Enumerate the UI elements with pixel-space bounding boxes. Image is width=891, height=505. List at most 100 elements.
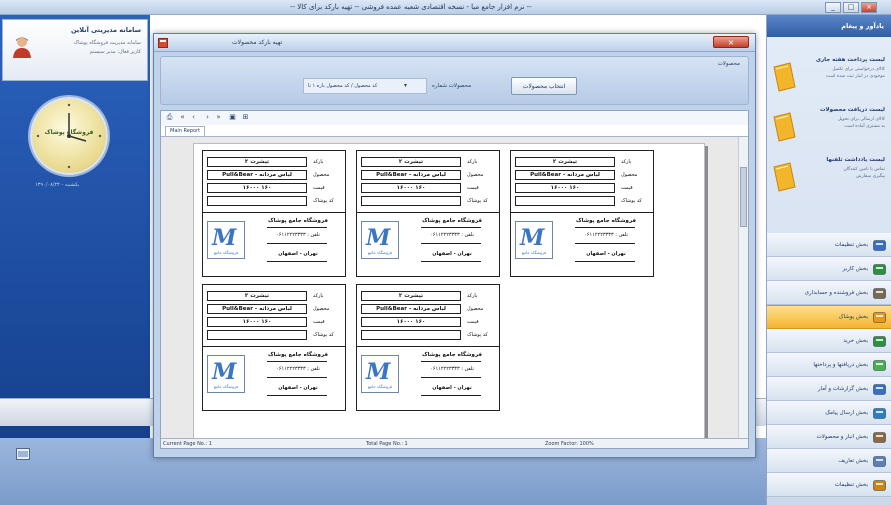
shop-phone: ۰۶۱۱۲۲۲۳۳۳۳ : تلفن [276, 232, 320, 238]
sticky-note-icon [773, 162, 796, 192]
label-field-value: تیشرت ۲ [361, 291, 461, 301]
store-logo: M فروشگاه جامع [515, 221, 553, 259]
last-page-icon[interactable]: » [214, 113, 223, 122]
label-field-row: Pull&Bear - لباس مردانه محصول [361, 170, 497, 181]
label-field-name: بارکد [467, 159, 478, 165]
reminder-note[interactable]: لیست یادداشت تلفنها تماس با تامین کنندگا… [770, 153, 887, 213]
label-field-name: بارکد [313, 159, 324, 165]
filter-section-label: محصولات [717, 61, 740, 67]
menu-item[interactable]: بخش انبار و محصولات [767, 425, 891, 449]
next-page-icon[interactable]: › [203, 113, 212, 122]
menu-item[interactable]: بخش فروشنده و حسابداری [767, 281, 891, 305]
label-field-row: تیشرت ۲ بارکد [361, 157, 497, 168]
label-underline [575, 261, 635, 262]
shop-phone: ۰۶۱۱۲۲۲۳۳۳۳ : تلفن [430, 366, 474, 372]
barcode-label: تیشرت ۲ بارکد Pull&Bear - لباس مردانه محصول… [356, 150, 500, 277]
shop-city: تهران - اصفهان [278, 385, 318, 391]
label-field-row: تیشرت ۲ بارکد [515, 157, 651, 168]
dialog-close-button[interactable]: × [713, 36, 749, 48]
menu-item[interactable]: بخش ارسال پیامک [767, 401, 891, 425]
label-underline [267, 227, 327, 228]
left-panel: سامانه مدیریتی آنلاین سامانه مدیریت فروش… [0, 15, 150, 505]
label-field-name: محصول [467, 306, 484, 312]
user-card: سامانه مدیریتی آنلاین سامانه مدیریت فروش… [2, 19, 148, 81]
report-viewer: ⎙ « ‹ › » ▣ ⊞ Main Report تیشرت ۲ بارکد Pu… [160, 110, 749, 449]
report-page: تیشرت ۲ بارکد Pull&Bear - لباس مردانه محصول… [193, 143, 705, 439]
logo-mark: M [366, 225, 391, 251]
menu-item-label: بخش پوشاک [838, 314, 868, 320]
label-field-name: قیمت [621, 185, 633, 191]
label-field-row: کد پوشاک [361, 330, 497, 341]
menu-item[interactable]: بخش گزارشات و آمار [767, 377, 891, 401]
clothes-icon [873, 312, 886, 323]
chart-icon [873, 384, 886, 395]
dialog-title: تهیه بارکد محصولات [232, 39, 283, 46]
label-field-name: محصول [621, 172, 638, 178]
label-field-row: Pull&Bear - لباس مردانه محصول [361, 304, 497, 315]
menu-item-label: بخش ارسال پیامک [825, 410, 868, 416]
keyboard-icon[interactable] [16, 448, 30, 460]
note-line: کالای درخواستی برای تکمیل [832, 67, 885, 72]
menu-item[interactable]: بخش تنظیمات [767, 473, 891, 497]
label-field-name: کد پوشاک [467, 332, 488, 338]
label-field-value [361, 196, 461, 206]
export-icon[interactable]: ⎙ [165, 113, 174, 122]
label-field-value: ۱۶۰۰۰ ۱۶۰ [361, 317, 461, 327]
note-line: کالای ارسالی برای تحویل [837, 117, 885, 122]
menu-item[interactable]: بخش پوشاک [767, 305, 891, 329]
logo-mark: M [366, 359, 391, 385]
menu-item-label: بخش کاربر [842, 266, 868, 272]
label-field-name: محصول [467, 172, 484, 178]
zoom-icon[interactable]: ⊞ [241, 113, 250, 122]
logo-text: فروشگاه جامع [213, 250, 239, 255]
logo-text: فروشگاه جامع [367, 250, 393, 255]
menu-item-label: بخش خرید [843, 338, 868, 344]
select-products-button[interactable]: انتخاب محصولات [511, 77, 577, 95]
shop-name: فروشگاه جامع پوشاک [267, 352, 328, 358]
prev-page-icon[interactable]: ‹ [189, 113, 198, 122]
note-title: لیست یادداشت تلفنها [826, 157, 885, 163]
logo-mark: M [212, 359, 237, 385]
clock-face-icon [36, 103, 102, 169]
close-button[interactable]: × [861, 2, 877, 13]
label-field-row: تیشرت ۲ بارکد [361, 291, 497, 302]
shop-city: تهران - اصفهان [432, 251, 472, 257]
label-field-row: کد پوشاک [207, 330, 343, 341]
shop-name: فروشگاه جامع پوشاک [267, 218, 328, 224]
range-label: محصولات شماره [432, 83, 472, 89]
minimize-button[interactable]: _ [825, 2, 841, 13]
menu-item[interactable]: بخش دریافتها و پرداختها [767, 353, 891, 377]
print-icon[interactable]: ▣ [228, 113, 237, 122]
vertical-scrollbar[interactable] [738, 137, 748, 439]
label-field-value: تیشرت ۲ [515, 157, 615, 167]
date-text: ۱۳۹۰/۰۸/۲۴ - یکشنبه [35, 182, 80, 188]
gear-icon [873, 480, 886, 491]
label-field-value [207, 196, 307, 206]
menu-item[interactable]: بخش تعاریف [767, 449, 891, 473]
note-line: موجودی در انبار ثبت شده است [825, 74, 885, 79]
label-underline [267, 361, 327, 362]
menu-item-label: بخش تنظیمات [834, 242, 868, 248]
main-menu: بخش تنظیمات بخش کاربر بخش فروشنده و حسابدا… [767, 233, 891, 497]
tools-icon [873, 288, 886, 299]
menu-item[interactable]: بخش کاربر [767, 257, 891, 281]
label-underline [421, 261, 481, 262]
label-field-row: Pull&Bear - لباس مردانه محصول [207, 304, 343, 315]
logo-text: فروشگاه جامع [521, 250, 547, 255]
first-page-icon[interactable]: « [178, 113, 187, 122]
menu-item-label: بخش تنظیمات [834, 482, 868, 488]
label-field-name: قیمت [313, 185, 325, 191]
sticky-note-icon [773, 112, 796, 142]
label-field-value: ۱۶۰۰۰ ۱۶۰ [515, 183, 615, 193]
range-select[interactable]: کد محصول / کد محصول بازه ۱ تا ▾ [303, 78, 427, 94]
store-logo: M فروشگاه جامع [207, 355, 245, 393]
menu-item[interactable]: بخش خرید [767, 329, 891, 353]
filter-panel: محصولات انتخاب محصولات محصولات شماره کد … [160, 56, 749, 105]
note-line: به مشتری آماده است [844, 124, 885, 129]
label-underline [421, 243, 481, 244]
menu-item[interactable]: بخش تنظیمات [767, 233, 891, 257]
reminder-header: یادآور و پیغام [767, 15, 891, 37]
define-icon [873, 456, 886, 467]
tab-main-report[interactable]: Main Report [165, 126, 206, 136]
maximize-button[interactable]: □ [843, 2, 859, 13]
